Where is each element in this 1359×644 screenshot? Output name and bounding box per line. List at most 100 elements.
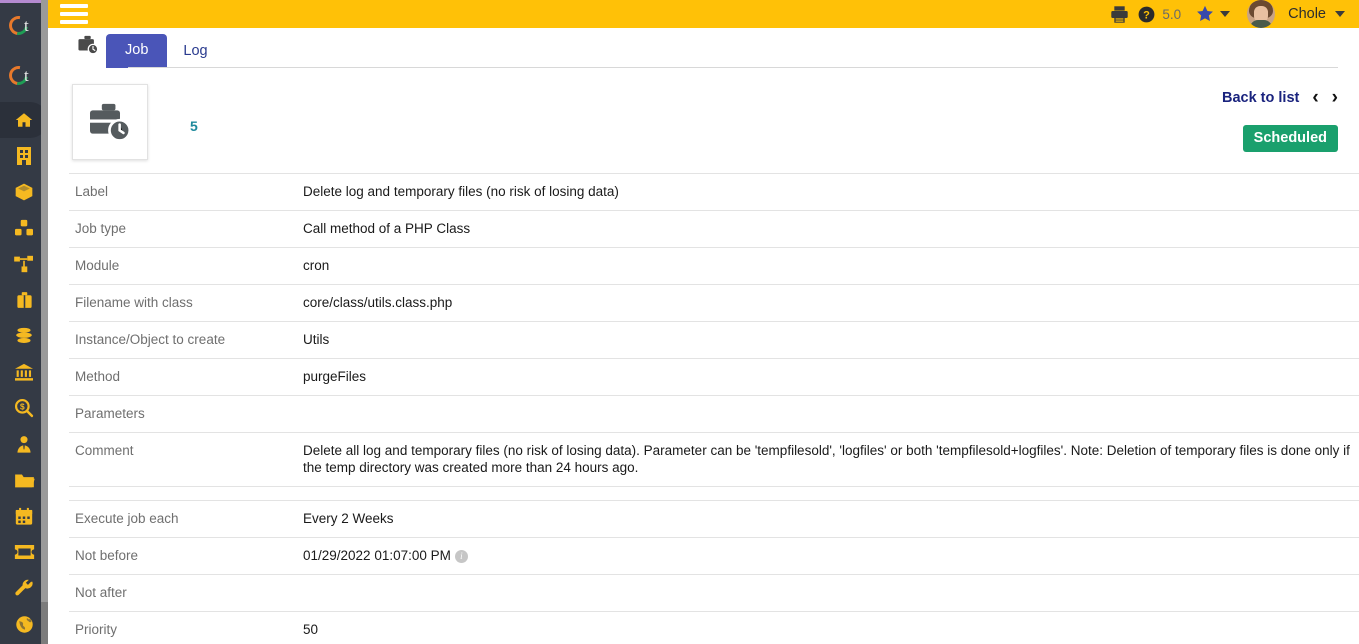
menu-toggle-button[interactable] <box>60 4 88 24</box>
chevron-down-icon[interactable] <box>1220 11 1231 17</box>
row-value-wrap: 01/29/2022 01:07:00 PM i <box>297 538 1359 575</box>
row-label: Not after <box>75 585 127 600</box>
row-value: cron <box>303 258 330 273</box>
calendar-icon <box>15 507 33 525</box>
row-label: Execute job each <box>75 511 179 526</box>
content-area: 5 Back to list ‹ › Scheduled Label Delet… <box>48 68 1359 644</box>
table-row: Module cron <box>69 248 1359 285</box>
table-row: Filename with class core/class/utils.cla… <box>69 285 1359 322</box>
top-bar-actions: ? 5.0 Chole <box>1110 0 1345 28</box>
svg-text:?: ? <box>1143 9 1150 21</box>
row-label: Parameters <box>75 406 145 421</box>
row-label: Method <box>75 369 121 384</box>
table-row: Priority 50 <box>69 612 1359 644</box>
avatar-body <box>1250 20 1273 28</box>
briefcase-icon <box>16 292 32 308</box>
top-bar: ? 5.0 Chole <box>48 0 1359 28</box>
tab-log[interactable]: Log <box>167 36 223 68</box>
row-label: Job type <box>75 221 127 236</box>
burger-line <box>60 12 88 16</box>
status-badge[interactable]: Scheduled <box>1242 125 1338 152</box>
tab-job[interactable]: Job <box>106 34 168 68</box>
job-details-table: Label Delete log and temporary files (no… <box>69 173 1359 644</box>
chevron-down-icon[interactable] <box>1335 11 1345 17</box>
previous-record-button[interactable]: ‹ <box>1312 88 1318 107</box>
search-dollar-icon: $ <box>15 399 34 418</box>
table-row: Not before 01/29/2022 01:07:00 PM i <box>69 538 1359 575</box>
tab-card-icon-wrap <box>70 28 106 68</box>
object-thumbnail <box>72 84 148 160</box>
table-row: Execute job each Every 2 Weeks <box>69 501 1359 538</box>
tab-bar: Job Log <box>48 28 1359 68</box>
row-label: Not before <box>75 548 139 563</box>
row-value: 50 <box>303 622 319 637</box>
bookmark-menu[interactable] <box>1196 5 1231 23</box>
avatar[interactable] <box>1247 0 1276 28</box>
sitemap-icon <box>14 255 33 273</box>
row-value: Delete all log and temporary files (no r… <box>303 443 1350 475</box>
question-circle-icon: ? <box>1138 6 1155 22</box>
table-spacer <box>69 487 1359 501</box>
burger-line <box>60 20 88 24</box>
row-value: purgeFiles <box>303 369 367 384</box>
table-row: Parameters <box>69 396 1359 433</box>
row-value: Call method of a PHP Class <box>303 221 471 236</box>
row-label: Module <box>75 258 120 273</box>
wrench-icon <box>14 579 33 595</box>
ticket-icon <box>14 545 34 559</box>
sidebar-scrollbar[interactable] <box>41 0 48 644</box>
row-label: Priority <box>75 622 118 637</box>
next-record-button[interactable]: › <box>1332 88 1338 107</box>
record-ref: 5 <box>190 118 198 134</box>
table-row: Instance/Object to create Utils <box>69 322 1359 359</box>
row-label: Label <box>75 184 109 199</box>
print-button[interactable] <box>1110 5 1129 24</box>
row-label: Instance/Object to create <box>75 332 226 347</box>
logo-letter: t <box>24 16 29 35</box>
globe-icon <box>15 615 33 633</box>
row-value: 01/29/2022 01:07:00 PM <box>303 548 451 563</box>
main-area: ? 5.0 Chole Job Log 5 Back to list ‹ › S… <box>48 0 1359 644</box>
row-value: core/class/utils.class.php <box>303 295 453 310</box>
table-row: Job type Call method of a PHP Class <box>69 211 1359 248</box>
version-label: 5.0 <box>1162 6 1182 22</box>
row-label: Filename with class <box>75 295 193 310</box>
folder-icon <box>14 474 35 487</box>
row-value <box>297 575 1359 612</box>
bank-icon <box>15 363 33 381</box>
box-icon <box>15 183 33 201</box>
back-to-list-link[interactable]: Back to list <box>1222 90 1299 106</box>
spacer-cell <box>69 487 297 501</box>
help-button[interactable]: ? <box>1138 6 1155 23</box>
application-window: t t $ ? 5.0 Chole Job Log 5 Back to list… <box>0 0 1359 644</box>
spacer-cell <box>297 487 1359 501</box>
star-icon[interactable] <box>1196 5 1214 23</box>
user-name-label[interactable]: Chole <box>1288 6 1326 22</box>
record-header: 5 Back to list ‹ › Scheduled <box>69 84 1338 160</box>
row-value <box>297 396 1359 433</box>
burger-line <box>60 4 88 8</box>
boxes-icon <box>15 219 33 236</box>
logo-letter: t <box>24 66 29 85</box>
navigation-row: Back to list ‹ › <box>1222 88 1338 107</box>
sidebar-scrollbar-thumb[interactable] <box>41 0 48 602</box>
job-clock-icon <box>78 35 99 54</box>
record-header-actions: Back to list ‹ › Scheduled <box>1222 84 1338 152</box>
table-row: Method purgeFiles <box>69 359 1359 396</box>
info-icon[interactable]: i <box>454 550 468 563</box>
home-icon <box>15 113 33 127</box>
row-label: Comment <box>75 443 134 458</box>
user-tie-icon <box>17 435 31 453</box>
coins-icon <box>16 327 32 343</box>
row-value: Every 2 Weeks <box>303 511 394 526</box>
table-row: Label Delete log and temporary files (no… <box>69 173 1359 211</box>
building-icon <box>17 147 31 165</box>
table-row: Not after <box>69 575 1359 612</box>
printer-icon <box>1111 5 1129 23</box>
table-row: Comment Delete all log and temporary fil… <box>69 433 1359 487</box>
row-value: Delete log and temporary files (no risk … <box>303 184 619 199</box>
row-value: Utils <box>303 332 330 347</box>
left-sidebar: t t $ <box>0 0 48 644</box>
svg-text:$: $ <box>20 402 25 412</box>
briefcase-clock-icon <box>90 103 132 142</box>
